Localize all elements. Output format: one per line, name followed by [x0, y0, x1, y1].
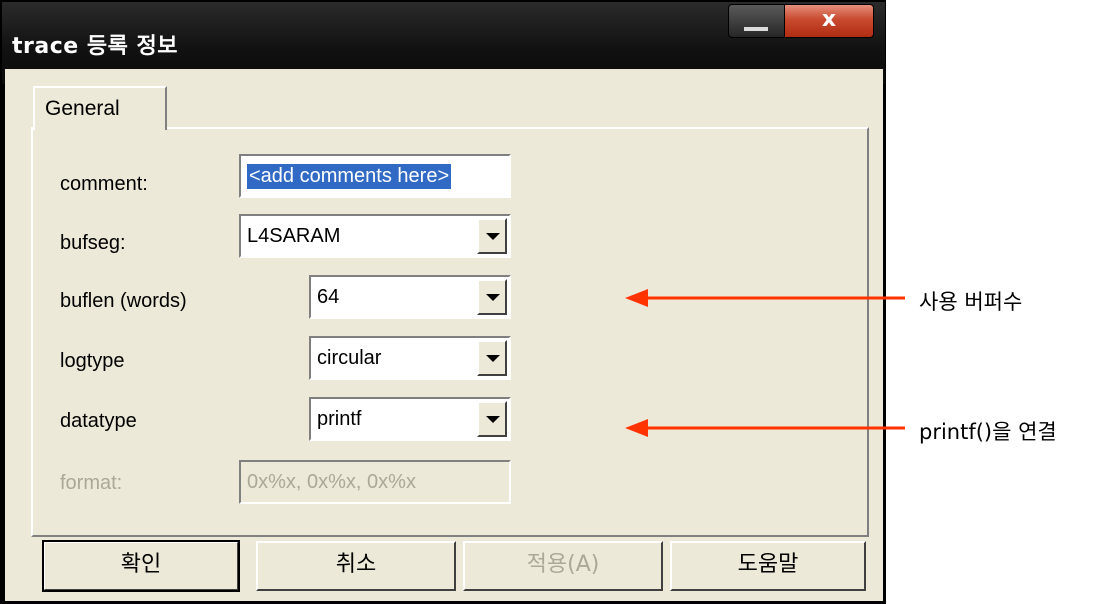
- annotation-datatype: printf()을 연결: [919, 420, 1057, 444]
- arrow-datatype: [625, 419, 905, 437]
- arrow-buflen: [625, 289, 905, 307]
- annotation-buflen: 사용 버퍼수: [919, 290, 1023, 314]
- tab-general[interactable]: General: [33, 86, 167, 130]
